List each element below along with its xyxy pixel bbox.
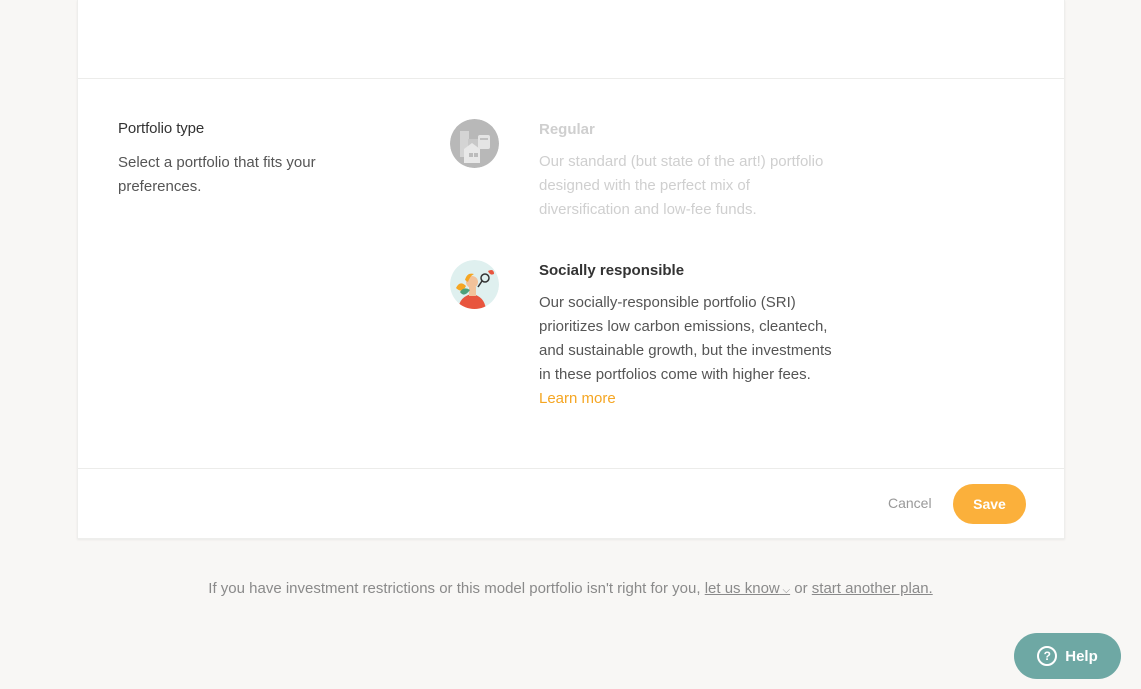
note-middle: or [794, 580, 808, 597]
section-description: Select a portfolio that fits your prefer… [118, 154, 316, 195]
let-us-know-link[interactable]: let us know ⌵ [705, 580, 790, 597]
city-buildings-icon [450, 119, 499, 168]
help-button[interactable]: ? Help [1014, 633, 1121, 679]
section-title: Portfolio type [118, 120, 205, 137]
person-with-plant-icon [450, 260, 499, 309]
card-actions: Cancel Save [78, 469, 1064, 538]
learn-more-link[interactable]: Learn more [539, 390, 616, 407]
let-us-know-label: let us know [704, 580, 780, 597]
restrictions-note: If you have investment restrictions or t… [0, 580, 1141, 597]
save-button[interactable]: Save [953, 484, 1026, 524]
option-regular-name: Regular [539, 121, 595, 138]
chevron-down-icon: ⌵ [779, 585, 791, 596]
option-sri-text: Socially responsible Our socially-respon… [539, 260, 839, 411]
cancel-button[interactable]: Cancel [888, 495, 932, 511]
portfolio-card: Portfolio type Select a portfolio that f… [77, 0, 1065, 539]
card-header-area [78, 0, 1064, 79]
option-sri-description-text: Our socially-responsible portfolio (SRI)… [539, 294, 832, 383]
option-sri-name: Socially responsible [539, 262, 685, 279]
question-circle-icon: ? [1037, 646, 1058, 666]
option-regular-text: Regular Our standard (but state of the a… [539, 119, 839, 222]
option-sri-description: Our socially-responsible portfolio (SRI)… [539, 291, 839, 411]
start-another-plan-link[interactable]: start another plan. [812, 580, 933, 597]
option-regular-description: Our standard (but state of the art!) por… [539, 153, 824, 218]
help-label: Help [1065, 647, 1098, 665]
note-prefix: If you have investment restrictions or t… [208, 580, 701, 597]
portfolio-type-section: Portfolio type Select a portfolio that f… [78, 79, 1064, 469]
